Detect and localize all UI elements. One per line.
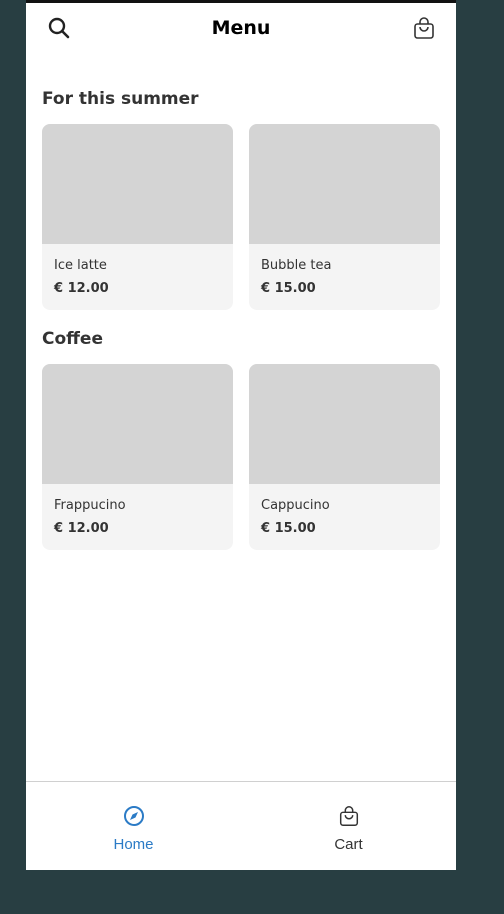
product-image	[42, 364, 233, 484]
header: Menu	[26, 3, 456, 55]
product-name: Frappucino	[54, 498, 126, 513]
section-title: For this summer	[42, 89, 199, 109]
product-name: Cappucino	[261, 498, 330, 513]
product-price: € 12.00	[54, 521, 109, 536]
product-image	[42, 124, 233, 244]
section-title: Coffee	[42, 329, 103, 349]
compass-icon	[123, 806, 144, 826]
product-card[interactable]: Ice latte € 12.00	[42, 124, 233, 310]
product-price: € 15.00	[261, 281, 316, 296]
product-card[interactable]: Cappucino € 15.00	[249, 364, 440, 550]
product-image	[249, 364, 440, 484]
shopping-bag-icon[interactable]	[411, 15, 437, 41]
app-screen: Menu For this summer Ice latte € 12.00 Bu…	[26, 0, 456, 870]
product-card[interactable]: Bubble tea € 15.00	[249, 124, 440, 310]
product-image	[249, 124, 440, 244]
product-name: Bubble tea	[261, 258, 332, 273]
product-price: € 15.00	[261, 521, 316, 536]
product-name: Ice latte	[54, 258, 107, 273]
tab-label: Home	[113, 836, 154, 853]
page-title: Menu	[211, 17, 271, 39]
product-card[interactable]: Frappucino € 12.00	[42, 364, 233, 550]
tab-cart[interactable]: Cart	[241, 782, 456, 873]
tab-home[interactable]: Home	[26, 782, 241, 873]
bottom-nav: Home Cart	[26, 781, 456, 873]
tab-label: Cart	[334, 836, 363, 853]
shopping-bag-icon	[339, 806, 358, 826]
product-price: € 12.00	[54, 281, 109, 296]
